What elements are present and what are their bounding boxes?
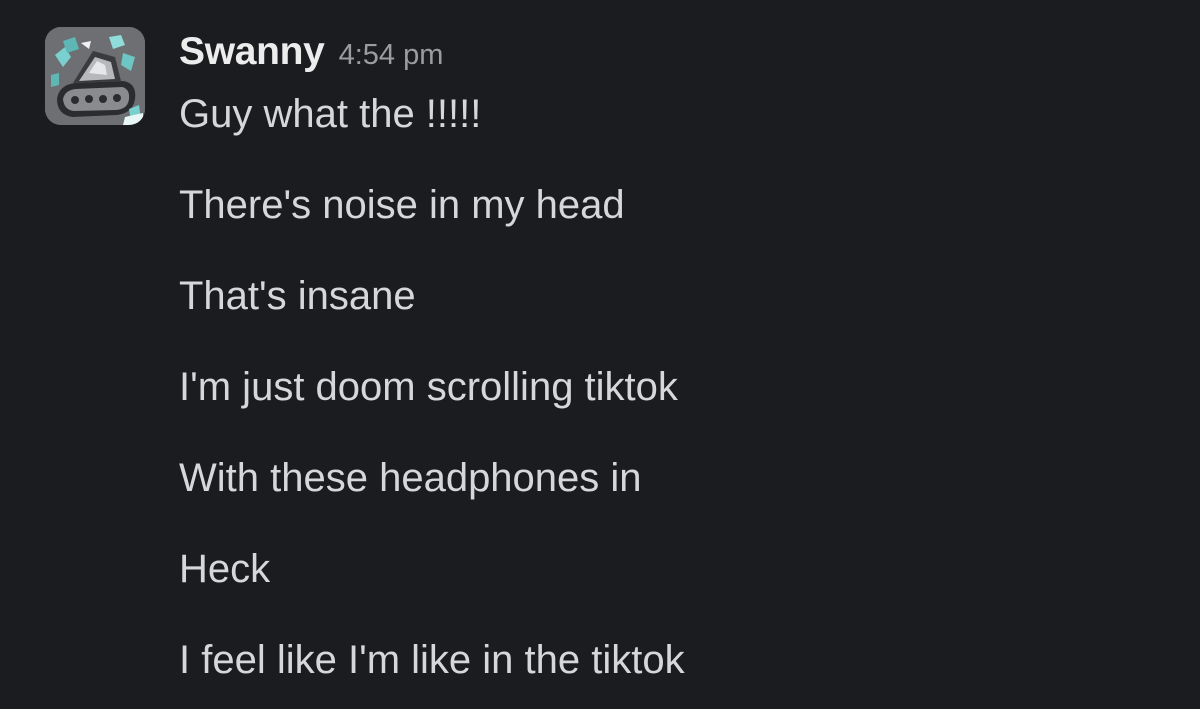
message-line: With these headphones in (179, 456, 642, 500)
message-header: Swanny 4:54 pm (179, 30, 1180, 86)
avatar[interactable] (45, 27, 145, 125)
message-line: There's noise in my head (179, 183, 625, 227)
timestamp[interactable]: 4:54 pm (339, 39, 444, 72)
message-line: That's insane (179, 274, 416, 318)
message-line: Guy what the !!!!! (179, 92, 482, 136)
sender-name[interactable]: Swanny (179, 30, 325, 74)
message-line: I'm just doom scrolling tiktok (179, 365, 678, 409)
mech-robot-avatar-icon (45, 27, 145, 125)
message-line: I feel like I'm like in the tiktok (179, 638, 685, 682)
message-lines: Guy what the !!!!! There's noise in my h… (179, 86, 1180, 709)
message: Swanny 4:54 pm Guy what the !!!!! There'… (179, 30, 1180, 709)
chat-pane: Swanny 4:54 pm Guy what the !!!!! There'… (0, 0, 1200, 709)
message-line: Heck (179, 547, 271, 591)
